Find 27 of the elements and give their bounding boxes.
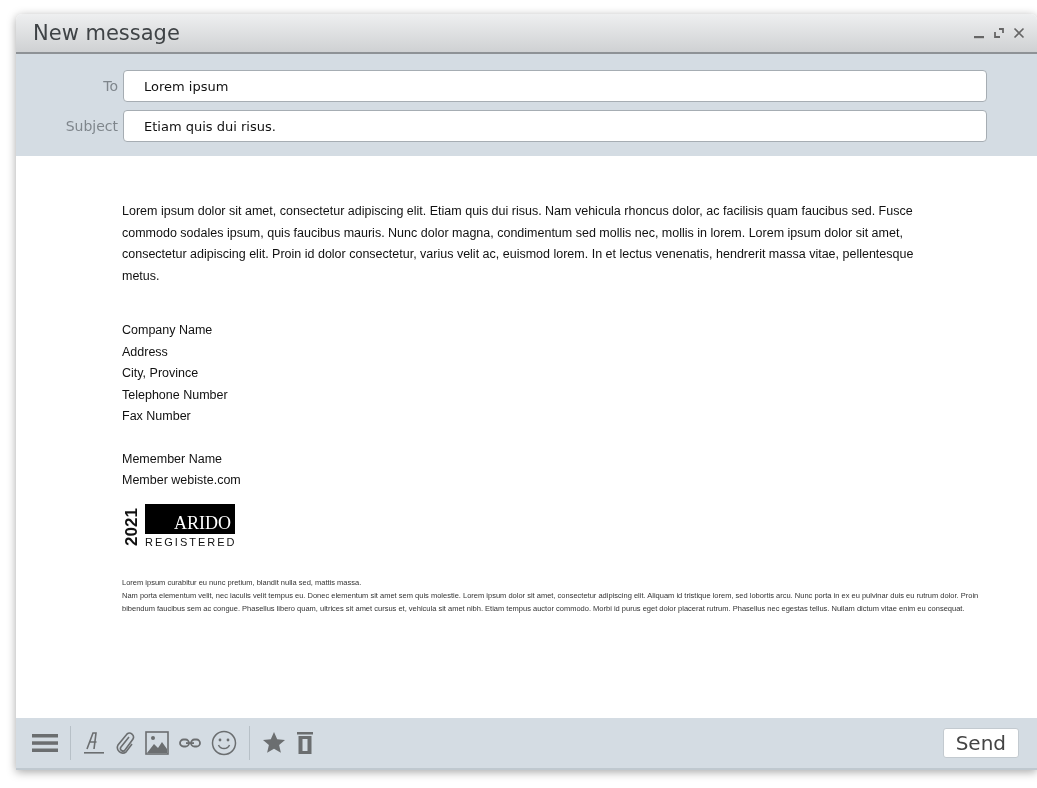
logo-brand: ARIDO [145, 503, 235, 534]
field-label: Subject [64, 118, 119, 134]
expand-icon[interactable] [993, 27, 1005, 39]
image-icon[interactable] [145, 731, 169, 755]
trash-icon[interactable] [296, 731, 314, 755]
link-icon[interactable] [179, 737, 201, 749]
send-button[interactable]: Send [942, 728, 1019, 758]
signature-line: Member webiste.com [122, 472, 242, 489]
logo-year: 2021 [122, 507, 142, 546]
signature-line: Company Name [122, 322, 214, 339]
logo-caption: REGISTERED [145, 535, 235, 548]
signature-line: Telephone Number [122, 386, 229, 404]
signature-line: City, Province [122, 365, 200, 382]
field-label: To [102, 78, 119, 94]
star-icon[interactable] [262, 731, 286, 755]
window-title: New message [33, 21, 180, 45]
text-format-icon[interactable] [83, 731, 105, 755]
smiley-icon[interactable] [211, 730, 237, 756]
close-icon[interactable] [1013, 27, 1025, 39]
input-field[interactable]: Lorem ipsum [123, 70, 987, 102]
menu-icon[interactable] [32, 732, 58, 754]
message-paragraph: Lorem ipsum dolor sit amet, consectetur adipiscing elit. Etiam quis dui risus. Nam vehicula rhoncus dolor, ac facilisis quam faucibus sed. Fusce commodo sodales ipsum, quis faucibus mauris. Nunc dolor magna, condimentum sed mollis nec, mollis in lorem. Lorem ipsum dolor sit amet, consectetur adipiscing elit. Proin id dolor consectetur, varius velit ac, euismod lorem. In et lectus venenatis, hendrerit massa vitae, pellentesque metus. [122, 203, 915, 285]
signature-line: Memember Name [122, 450, 224, 468]
signature-line: Fax Number [122, 408, 192, 425]
input-field[interactable]: Etiam quis dui risus. [123, 110, 987, 142]
paperclip-icon[interactable] [115, 731, 135, 755]
signature-line: Address [122, 343, 169, 361]
